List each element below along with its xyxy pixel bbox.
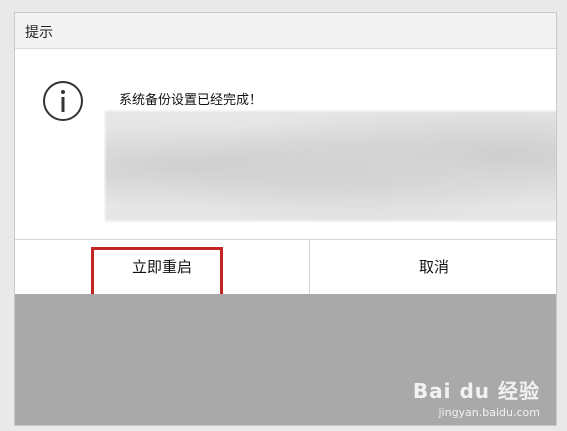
dialog-title-bar: 提示 — [15, 13, 556, 49]
dialog-title: 提示 — [25, 25, 53, 41]
gray-overlay-area: Bai du 经验 jingyan.baidu.com — [15, 294, 556, 425]
cancel-button[interactable]: 取消 — [310, 240, 556, 294]
notification-dialog: 提示 系统备份设置已经完成！ 立即重启 取消 Bai du 经验 jingyan… — [14, 12, 557, 426]
blurred-content — [105, 111, 556, 221]
restart-now-label: 立即重启 — [131, 258, 192, 276]
dialog-message: 系统备份设置已经完成！ — [119, 93, 263, 108]
baidu-watermark: Bai du 经验 jingyan.baidu.com — [413, 375, 540, 419]
restart-now-button[interactable]: 立即重启 — [15, 240, 310, 297]
dialog-button-row: 立即重启 取消 — [15, 240, 556, 297]
cancel-label: 取消 — [418, 258, 449, 276]
watermark-url: jingyan.baidu.com — [438, 406, 540, 419]
info-circle-icon — [43, 81, 83, 121]
watermark-brand: Bai du 经验 — [412, 379, 540, 403]
screen-background: 提示 系统备份设置已经完成！ 立即重启 取消 Bai du 经验 jingyan… — [0, 0, 567, 431]
